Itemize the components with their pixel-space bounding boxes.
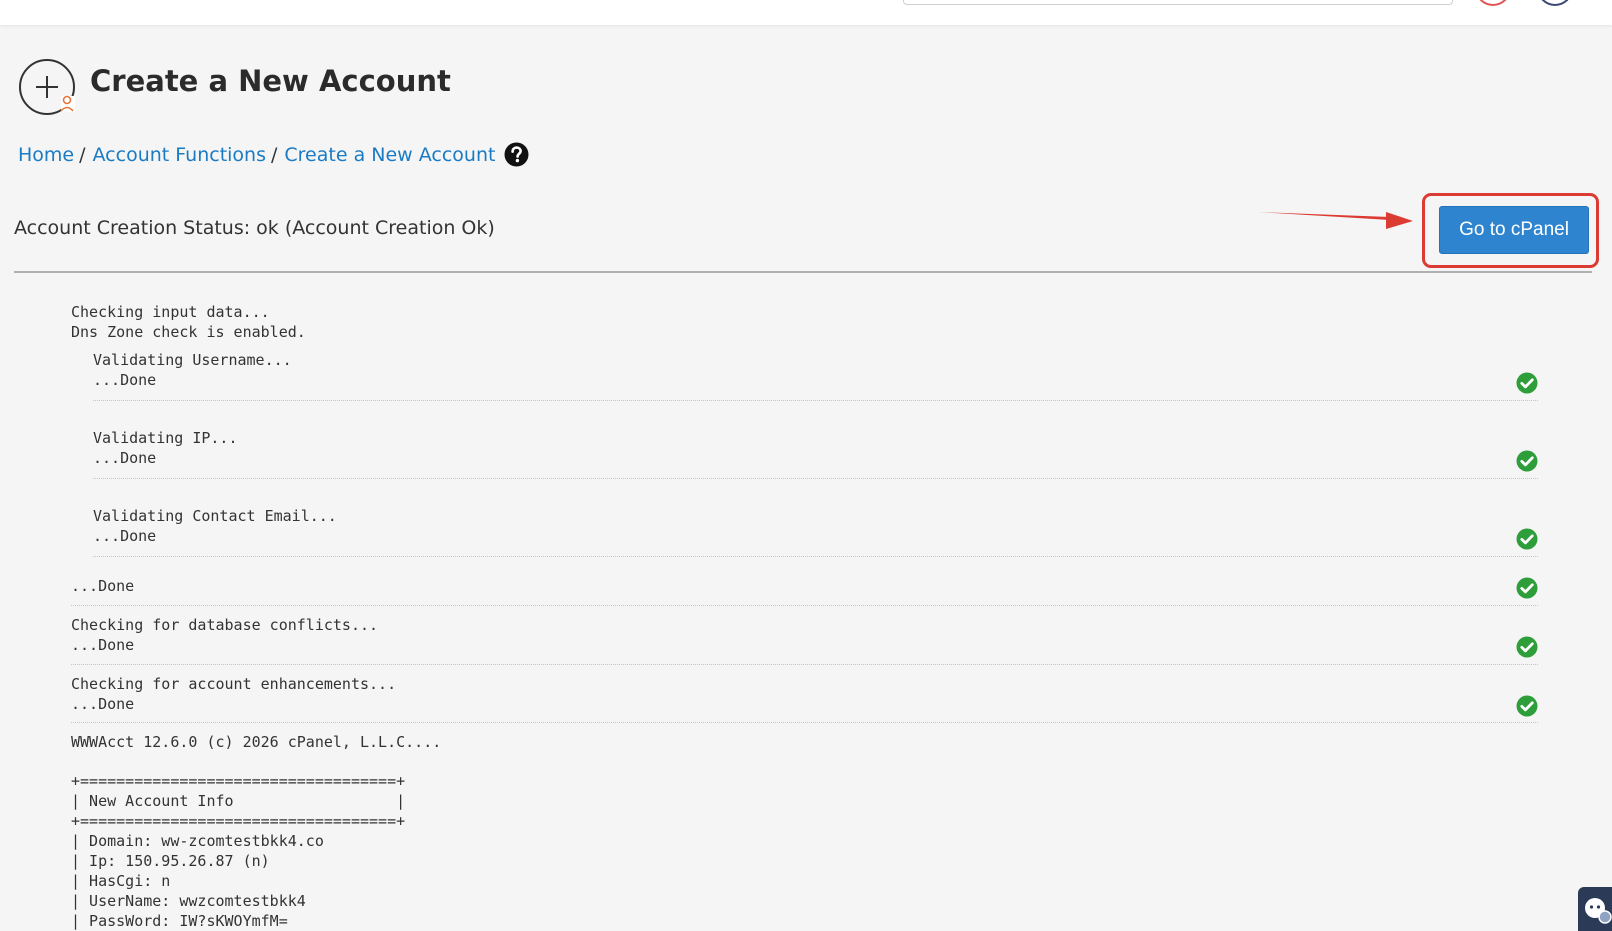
check-circle-icon [1516,577,1538,599]
breadcrumb: Home / Account Functions / Create a New … [18,142,529,167]
log-step-label: Checking for account enhancements... [71,675,397,693]
log-step-result: ...Done [71,695,135,713]
copyright-line: WWWAcct 12.6.0 (c) 2026 cPanel, L.L.C...… [71,733,442,751]
log-step-result: ...Done [93,449,157,467]
user-avatar-icon[interactable] [1537,0,1573,6]
log-line: Dns Zone check is enabled. [71,323,306,341]
step-divider [71,605,1538,606]
log-step-result: ...Done [93,371,157,389]
chat-widget-button[interactable] [1578,887,1612,931]
breadcrumb-create-account-link[interactable]: Create a New Account [284,144,495,166]
notification-icon[interactable] [1475,0,1511,6]
info-table-line: | New Account Info | [71,792,406,810]
breadcrumb-separator: / [79,143,86,166]
breadcrumb-account-functions-link[interactable]: Account Functions [93,144,266,166]
section-divider [14,271,1592,273]
info-table-line: | UserName: wwzcomtestbkk4 [71,892,306,910]
account-creation-status: Account Creation Status: ok (Account Cre… [14,217,495,239]
step-divider [71,722,1538,723]
help-circle-icon[interactable] [504,142,529,167]
info-table-line: +===================================+ [71,772,406,790]
check-circle-icon [1516,528,1538,550]
info-table-line: | HasCgi: n [71,872,171,890]
check-circle-icon [1516,450,1538,472]
add-account-icon [19,59,75,115]
log-step-label: Checking for database conflicts... [71,616,379,634]
step-divider [93,478,1538,479]
top-navigation-bar [0,0,1612,25]
info-table-line: +===================================+ [71,812,406,830]
breadcrumb-separator: / [270,143,278,166]
breadcrumb-home-link[interactable]: Home [18,144,74,166]
go-to-cpanel-button[interactable]: Go to cPanel [1439,206,1589,254]
chat-support-icon [1585,898,1612,924]
step-divider [93,400,1538,401]
step-divider [71,664,1538,665]
annotation-arrow [1258,212,1413,229]
log-step-result: ...Done [71,636,135,654]
step-divider [93,556,1538,557]
check-circle-icon [1516,695,1538,717]
log-step-result: ...Done [93,527,157,545]
log-step-label: Validating Username... [93,351,292,369]
info-table-line: | Domain: ww-zcomtestbkk4.co [71,832,324,850]
info-table-line: | Ip: 150.95.26.87 (n) [71,852,270,870]
log-step-label: Validating Contact Email... [93,507,337,525]
log-step-label: Validating IP... [93,429,238,447]
check-circle-icon [1516,372,1538,394]
log-step-result: ...Done [71,577,135,595]
search-input[interactable] [903,0,1453,5]
info-table-line: | PassWord: IW?sKWOYmfM= [71,912,288,930]
page-title: Create a New Account [90,64,451,98]
check-circle-icon [1516,636,1538,658]
log-line: Checking input data... [71,303,270,321]
